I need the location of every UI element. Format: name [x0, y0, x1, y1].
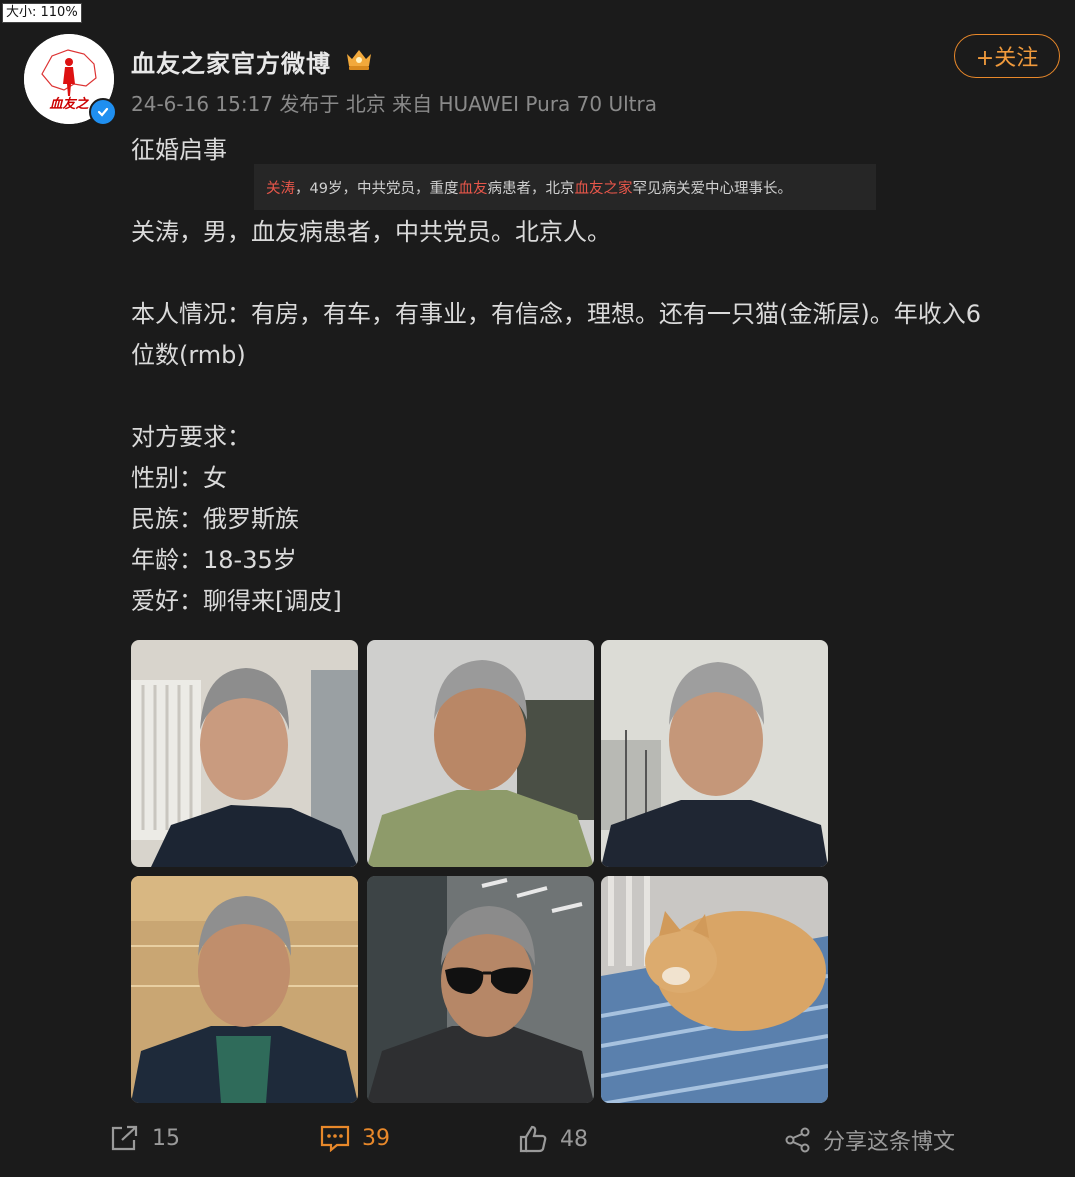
tooltip-annotation: 关涛 ，49岁，中共党员，重度 血友 病患者，北京 血友之家 罕见病关爱中心理事…	[254, 164, 876, 210]
author-name[interactable]: 血友之家官方微博	[131, 44, 331, 79]
share-label: 分享这条博文	[823, 1130, 956, 1155]
photo-thumbnail[interactable]	[601, 876, 828, 1103]
thumbs-up-icon	[519, 1125, 547, 1153]
share-icon	[785, 1127, 810, 1153]
crown-badge-icon	[344, 46, 374, 76]
tooltip-part1: ，49岁，中共党员，重度	[295, 180, 459, 197]
post-line-self-b: 位数(rmb)	[131, 341, 246, 369]
like-button[interactable]: 48	[518, 1124, 588, 1154]
comment-icon	[320, 1125, 350, 1152]
post-meta: 24-6-16 15:17 发布于 北京 来自 HUAWEI Pura 70 U…	[131, 88, 657, 117]
photo-thumbnail[interactable]	[367, 876, 594, 1103]
post-req-gender: 性别：女	[131, 464, 227, 492]
photo-grid	[131, 640, 831, 1104]
share-button[interactable]: 分享这条博文	[785, 1124, 955, 1156]
post-req-title: 对方要求：	[131, 423, 251, 451]
repost-icon	[111, 1125, 138, 1151]
verified-badge-icon	[89, 98, 117, 126]
post-line-intro: 关涛，男，血友病患者，中共党员。北京人。	[131, 218, 611, 246]
photo-thumbnail[interactable]	[131, 876, 358, 1103]
photo-thumbnail[interactable]	[601, 640, 828, 867]
tooltip-name[interactable]: 关涛	[266, 177, 295, 198]
post-line-self-a: 本人情况：有房，有车，有事业，有信念，理想。还有一只猫(金渐层)。年收入6	[131, 300, 981, 328]
repost-button[interactable]: 15	[110, 1124, 180, 1152]
tooltip-hl2[interactable]: 血友之家	[574, 177, 632, 198]
action-bar: 15 39 48 分享这条博文	[0, 1110, 1075, 1170]
post-device: 来自 HUAWEI Pura 70 Ultra	[392, 92, 657, 116]
follow-button[interactable]: +关注	[954, 34, 1060, 78]
post-req-hobby: 爱好：聊得来[调皮]	[131, 587, 342, 615]
tooltip-hl1[interactable]: 血友	[458, 177, 487, 198]
tooltip-part3: 罕见病关爱中心理事长。	[632, 180, 792, 197]
post-req-ethnicity: 民族：俄罗斯族	[131, 505, 299, 533]
avatar-text: 血友之	[49, 96, 89, 112]
post-timestamp[interactable]: 24-6-16 15:17	[131, 92, 273, 116]
post-location: 发布于 北京	[279, 92, 386, 116]
zoom-level-badge: 大小: 110%	[2, 3, 82, 23]
like-count: 48	[560, 1126, 588, 1152]
comment-count: 39	[362, 1125, 390, 1151]
photo-thumbnail[interactable]	[367, 640, 594, 867]
tooltip-part2: 病患者，北京	[487, 180, 575, 197]
repost-count: 15	[152, 1125, 180, 1151]
post-req-age: 年龄：18-35岁	[131, 546, 297, 574]
photo-thumbnail[interactable]	[131, 640, 358, 867]
comment-button[interactable]: 39	[320, 1124, 390, 1152]
